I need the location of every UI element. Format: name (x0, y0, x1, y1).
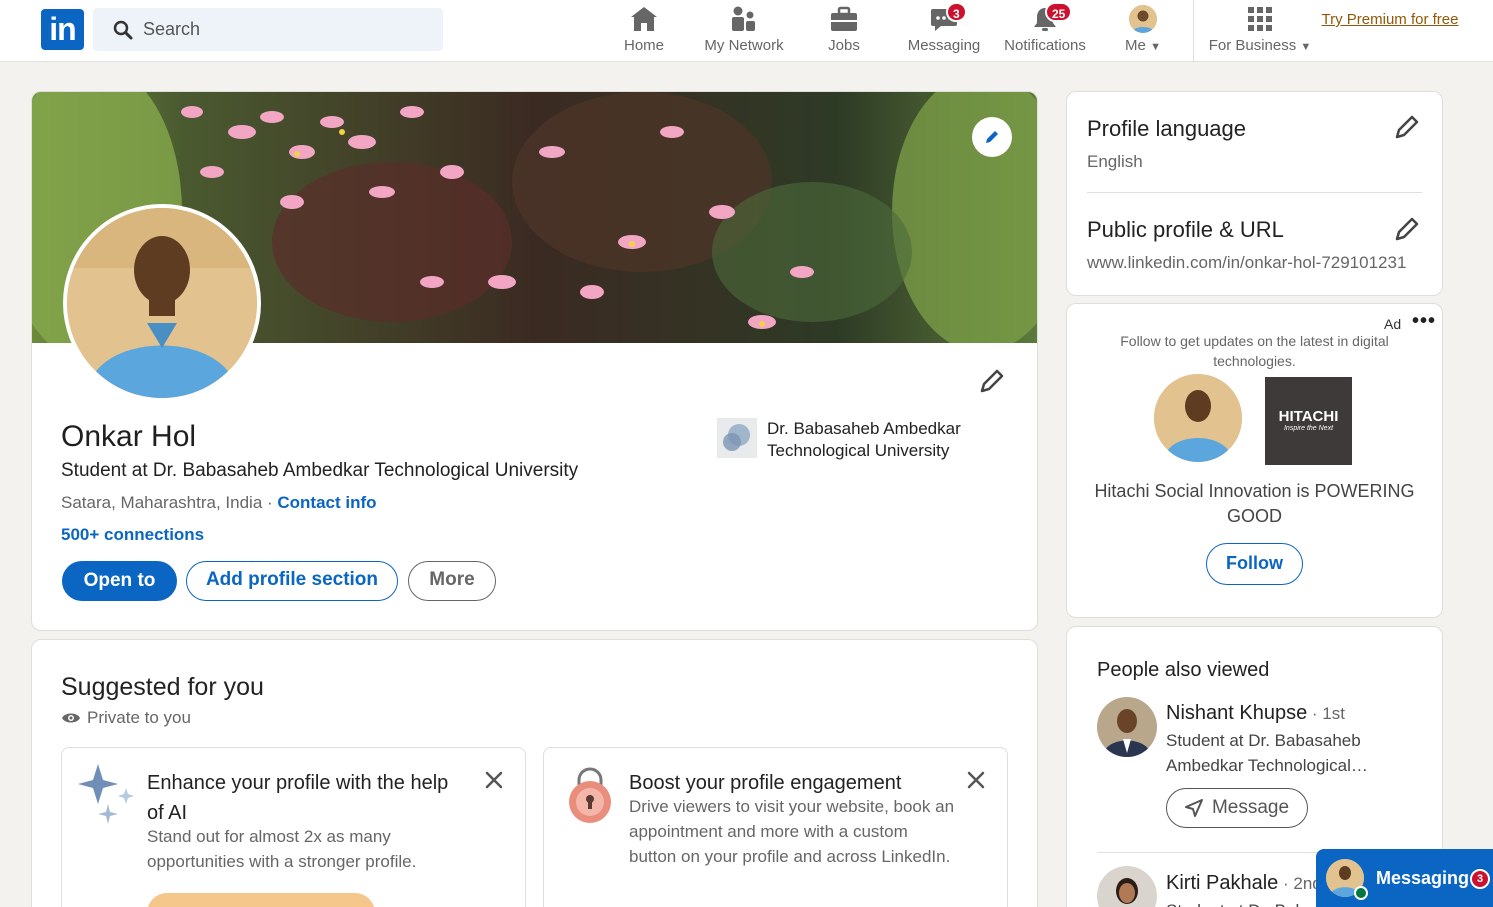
private-note-text: Private to you (87, 708, 191, 727)
people-also-viewed-title: People also viewed (1097, 659, 1270, 681)
nav-home-label: Home (623, 37, 664, 54)
nav-divider (1193, 0, 1194, 62)
nav-messaging-label: Messaging (907, 37, 981, 54)
avatar[interactable] (1097, 866, 1157, 907)
search-icon (113, 20, 133, 40)
linkedin-logo[interactable]: in (41, 9, 84, 50)
nav-notifications-label: Notifications (1004, 37, 1086, 54)
suggestion-desc: Drive viewers to visit your website, boo… (629, 797, 955, 866)
send-icon (1184, 799, 1203, 817)
follow-button[interactable]: Follow (1206, 543, 1303, 585)
try-premium-link[interactable]: Try Premium for free (1320, 8, 1460, 31)
nav-home[interactable]: Home (614, 4, 674, 58)
connection-degree: · 1st (1307, 704, 1345, 723)
network-icon (732, 6, 755, 31)
pencil-icon[interactable] (1392, 112, 1422, 142)
profile-location-line: Satara, Maharashtra, India · Contact inf… (61, 493, 377, 513)
public-profile-label: Public profile & URL (1087, 217, 1284, 242)
nav-jobs-label: Jobs (828, 37, 860, 54)
message-button-label: Message (1211, 797, 1290, 818)
nav-for-business[interactable]: For Business ▼ (1205, 4, 1315, 58)
grid-icon (1248, 7, 1272, 31)
search-input[interactable] (143, 8, 433, 51)
suggestion-ai-card[interactable]: Enhance your profile with the help of AI… (61, 747, 526, 907)
more-button[interactable]: More (408, 561, 496, 601)
ad-label: Ad (1384, 316, 1402, 332)
person-headline: Student at Dr. Babasaheb Ambedkar Techno… (1166, 731, 1368, 775)
profile-name: Onkar Hol (61, 420, 197, 453)
profile-location: Satara, Maharashtra, India (61, 493, 263, 512)
notifications-badge: 25 (1045, 2, 1073, 22)
hitachi-logo[interactable]: HITACHI Inspire the Next (1265, 377, 1352, 465)
profile-settings-card: Profile language English Public profile … (1066, 91, 1443, 296)
search-box[interactable] (93, 8, 443, 51)
close-icon[interactable] (482, 768, 506, 792)
nav-me[interactable]: Me ▼ (1115, 4, 1171, 58)
person-name[interactable]: Kirti Pakhale · 2nd (1166, 872, 1322, 895)
nav-jobs[interactable]: Jobs (820, 4, 868, 58)
ad-card: Ad ••• Follow to get updates on the late… (1066, 303, 1443, 618)
profile-language-label: Profile language (1087, 116, 1247, 141)
top-navigation: in Home My Network Jobs 3 Messaging 25 N… (0, 0, 1493, 62)
nav-my-network-label: My Network (704, 37, 784, 54)
public-profile-url: www.linkedin.com/in/onkar-hol-729101231 (1087, 253, 1407, 272)
ad-headline: Hitachi Social Innovation is POWERING GO… (1094, 481, 1415, 526)
messaging-badge: 3 (1470, 869, 1490, 889)
chevron-down-icon: ▼ (1300, 41, 1312, 53)
person-name[interactable]: Nishant Khupse · 1st (1166, 702, 1345, 725)
school-name-link[interactable]: Dr. Babasaheb Ambedkar Technological Uni… (767, 418, 997, 462)
messaging-overlay-bar[interactable]: Messaging 3 (1316, 849, 1493, 907)
profile-card: Onkar Hol Student at Dr. Babasaheb Ambed… (31, 91, 1038, 631)
add-profile-section-button[interactable]: Add profile section (186, 561, 398, 601)
profile-language-value: English (1087, 152, 1143, 171)
briefcase-icon (831, 6, 857, 31)
nav-for-business-label: For Business ▼ (1208, 37, 1312, 54)
avatar[interactable] (1097, 697, 1157, 757)
nav-notifications[interactable]: 25 Notifications (1001, 2, 1089, 58)
suggestion-action-button[interactable] (147, 893, 375, 907)
profile-headline: Student at Dr. Babasaheb Ambedkar Techno… (61, 460, 579, 481)
suggested-title: Suggested for you (61, 673, 264, 701)
pencil-icon[interactable] (1392, 214, 1422, 244)
sparkle-icon (78, 764, 134, 824)
school-logo[interactable] (717, 418, 757, 458)
message-button[interactable]: Message (1166, 788, 1308, 828)
online-status-indicator (1354, 886, 1368, 900)
divider (1087, 192, 1422, 193)
contact-info-link[interactable]: Contact info (277, 493, 376, 512)
private-note: Private to you (61, 708, 191, 728)
nav-my-network[interactable]: My Network (700, 4, 788, 58)
connections-link[interactable]: 500+ connections (61, 525, 204, 545)
messaging-label: Messaging (1376, 868, 1470, 888)
ad-more-icon[interactable]: ••• (1412, 310, 1436, 333)
ad-user-avatar (1154, 374, 1242, 462)
separator: · (262, 493, 278, 512)
lock-icon (569, 767, 611, 823)
edit-banner-button[interactable] (972, 117, 1012, 157)
suggestion-engagement-card[interactable]: Boost your profile engagement Drive view… (543, 747, 1008, 907)
profile-photo[interactable] (63, 204, 261, 402)
ad-text: Follow to get updates on the latest in d… (1120, 333, 1389, 369)
nav-me-label: Me ▼ (1125, 37, 1161, 54)
nav-messaging[interactable]: 3 Messaging (906, 2, 982, 58)
chevron-down-icon: ▼ (1150, 41, 1161, 53)
close-icon[interactable] (964, 768, 988, 792)
suggestion-title: Enhance your profile with the help of AI (147, 772, 449, 824)
messaging-badge: 3 (946, 2, 967, 22)
open-to-button[interactable]: Open to (62, 561, 177, 601)
avatar (1129, 5, 1157, 33)
suggested-card: Suggested for you Private to you Enhance… (31, 639, 1038, 907)
suggestion-desc: Stand out for almost 2x as many opportun… (147, 827, 417, 871)
home-icon (631, 7, 657, 31)
pencil-icon (986, 131, 998, 143)
eye-icon (62, 713, 80, 723)
edit-intro-pencil-icon[interactable] (977, 366, 1007, 396)
